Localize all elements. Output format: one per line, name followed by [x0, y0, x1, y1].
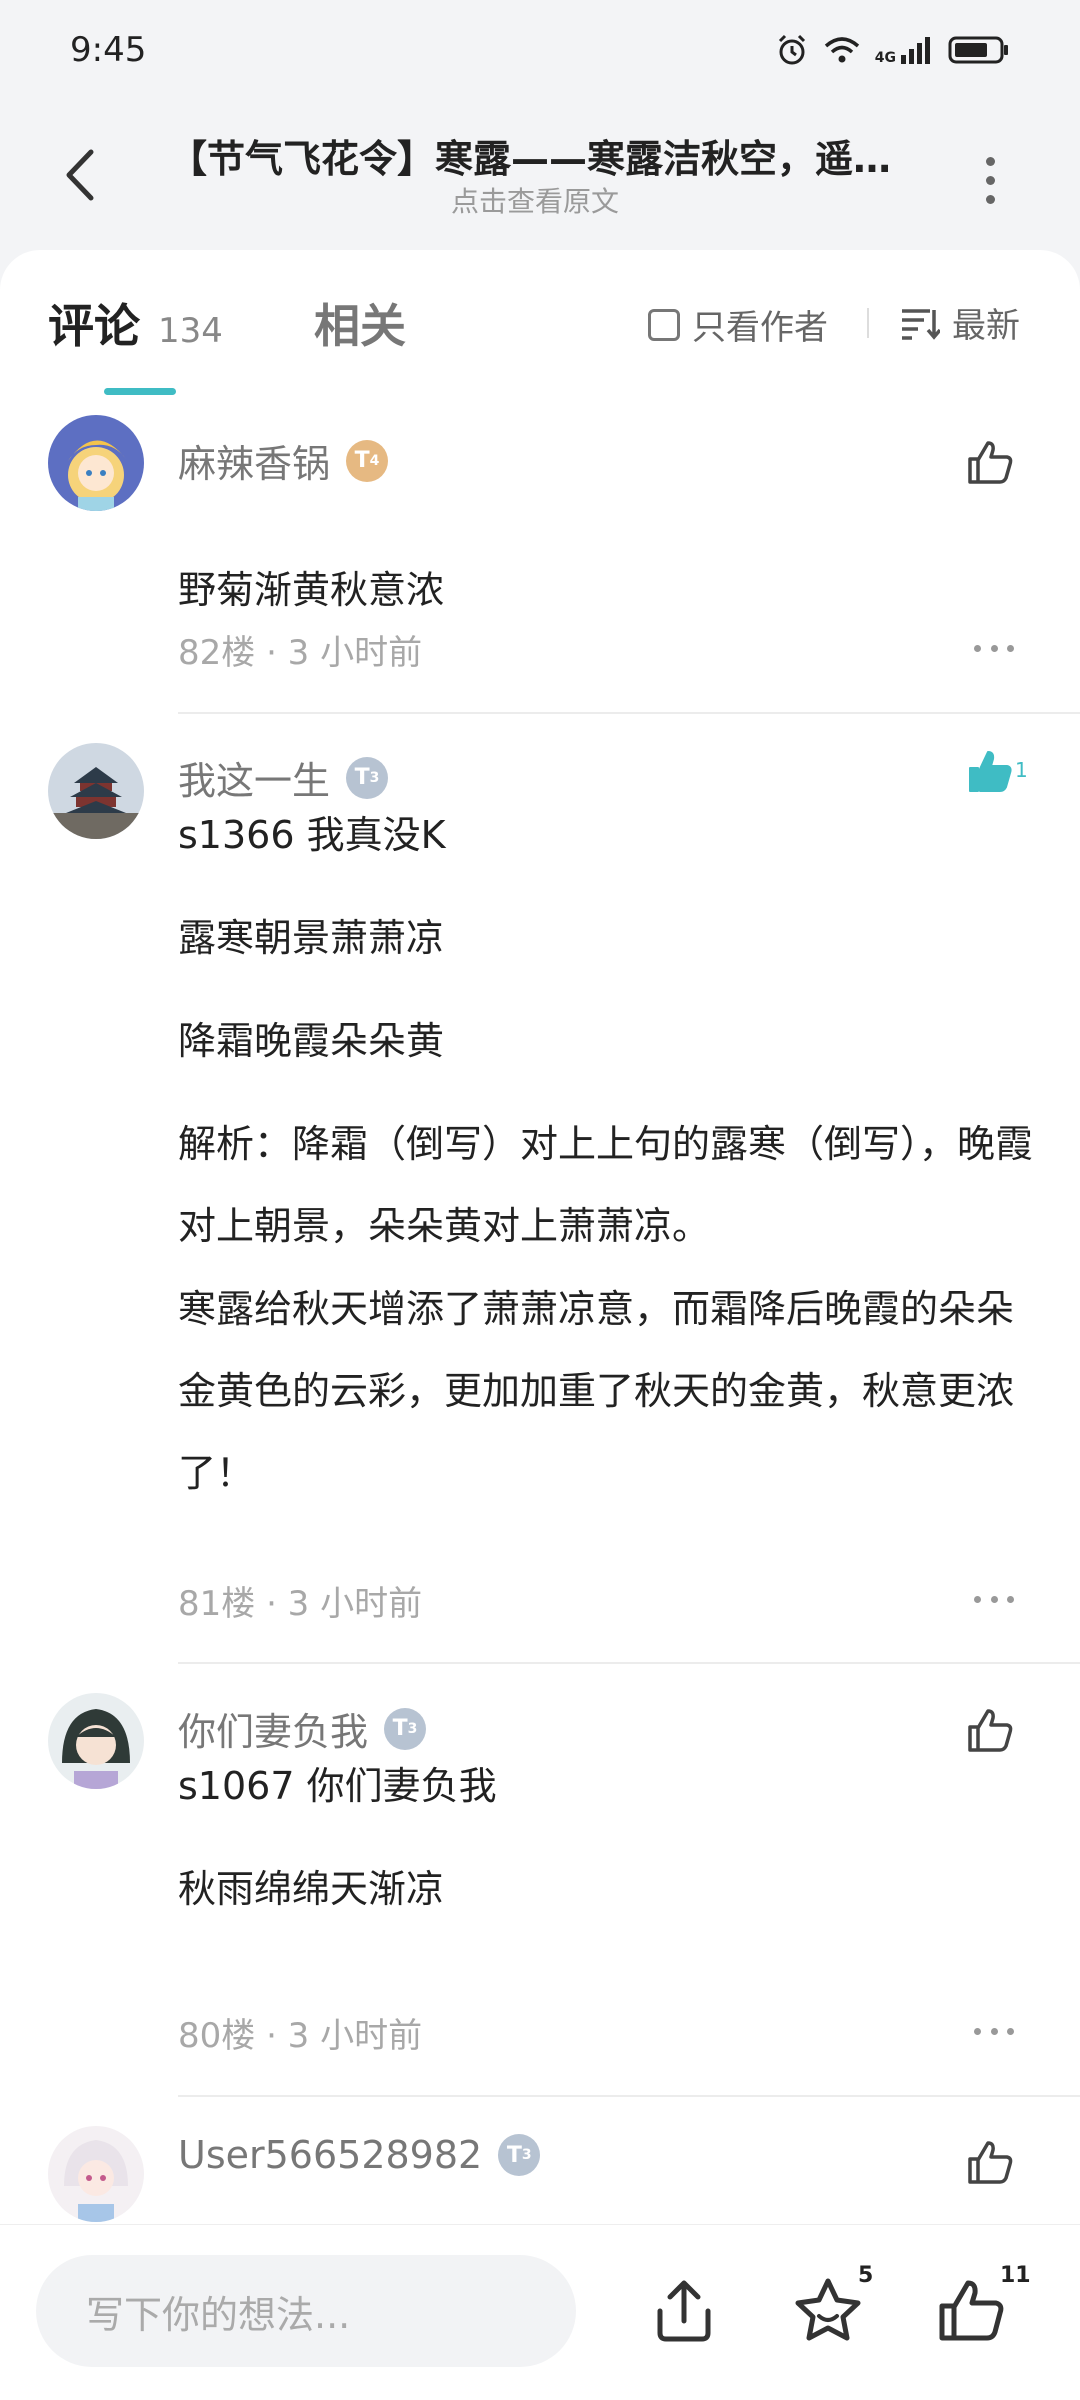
username: 麻辣香锅 [178, 442, 331, 486]
like-button[interactable] [960, 2132, 1020, 2192]
level-badge: T3 [498, 2134, 541, 2176]
thumbs-up-icon [968, 441, 1013, 484]
comment-more-button[interactable] [974, 2021, 1014, 2041]
divider [178, 712, 1080, 714]
likes-count: 11 [1000, 2263, 1031, 2288]
share-button[interactable] [644, 2265, 724, 2355]
comments-panel: 评论 134 相关 只看作者 最新 麻辣香锅 T 4 野菊渐黄秋意浓 82楼 ·… [0, 250, 1080, 2230]
favorites-count: 5 [858, 2263, 874, 2288]
status-icons: 4G [775, 33, 1010, 67]
level-badge: T4 [346, 439, 389, 482]
page-title[interactable]: 【节气飞花令】寒露——寒露洁秋空，遥… [150, 128, 910, 183]
comment-text: s1366 我真没K [178, 813, 446, 857]
like-button[interactable] [960, 432, 1020, 492]
like-count: 1 [1015, 758, 1028, 782]
alarm-icon [778, 34, 805, 65]
comment-meta: 82楼 · 3 小时前 [178, 633, 423, 673]
bottom-action-bar: 写下你的想法... 5 11 [0, 2224, 1080, 2400]
more-vertical-icon [985, 156, 995, 166]
comment-input[interactable]: 写下你的想法... [36, 2255, 576, 2367]
author-only-label: 只看作者 [692, 308, 828, 348]
comment-text: 解析：降霜（倒写）对上上句的露寒（倒写），晚霞对上朝景，朵朵黄对上萧萧凉。 [178, 1122, 1034, 1248]
avatar[interactable] [48, 2126, 144, 2222]
thumbs-up-icon [968, 2141, 1013, 2184]
like-button-active[interactable] [960, 741, 1020, 801]
comment-text: 露寒朝景萧萧凉 [178, 916, 445, 960]
username: User566528982 [178, 2133, 483, 2177]
battery-icon [948, 36, 1008, 64]
signal-icon: 4G [875, 35, 934, 65]
avatar[interactable] [48, 415, 144, 511]
comment-meta: 81楼 · 3 小时前 [178, 1584, 423, 1624]
thumbs-up-icon [969, 751, 1012, 792]
divider [178, 2095, 1080, 2097]
comment-text: 秋雨绵绵天渐凉 [178, 1867, 445, 1911]
divider [178, 1662, 1080, 1664]
status-time: 9:45 [70, 30, 147, 70]
status-bar: 9:45 4G [0, 0, 1080, 100]
tab-indicator [104, 388, 176, 395]
article-header: 【节气飞花令】寒露——寒露洁秋空，遥… 点击查看原文 [0, 100, 1080, 250]
sort-icon [902, 308, 940, 340]
comment-count: 134 [158, 311, 223, 351]
author-only-filter[interactable]: 只看作者 [648, 300, 828, 349]
comment-text: 寒露给秋天增添了萧萧凉意，而霜降后晚霞的朵朵金黄色的云彩，更加加重了秋天的金黄，… [178, 1287, 1015, 1495]
checkbox-icon[interactable] [648, 308, 680, 341]
sort-label: 最新 [952, 306, 1020, 346]
tab-comments-label: 评论 [48, 299, 140, 353]
network-label: 4G [874, 50, 896, 66]
avatar[interactable] [48, 743, 144, 839]
comment-text: s1067 你们妻负我 [178, 1764, 497, 1808]
level-badge: T3 [346, 756, 389, 799]
more-options-button[interactable] [970, 140, 1010, 220]
comment-more-button[interactable] [974, 1589, 1014, 1609]
level-badge: T3 [384, 1707, 427, 1750]
share-icon [657, 2280, 711, 2342]
tab-related[interactable]: 相关 [314, 290, 406, 356]
comment-more-button[interactable] [974, 638, 1014, 658]
wifi-icon [824, 37, 859, 63]
comment-author[interactable]: User566528982 T3 [178, 2133, 541, 2177]
comment-text: 野菊渐黄秋意浓 [178, 568, 445, 612]
favorite-button[interactable] [788, 2265, 868, 2355]
view-original-link[interactable]: 点击查看原文 [0, 180, 1070, 220]
divider [867, 308, 869, 338]
tab-bar: 评论 134 相关 只看作者 最新 [0, 250, 1080, 400]
comment-text: 降霜晚霞朵朵黄 [178, 1019, 445, 1063]
avatar[interactable] [48, 1693, 144, 1789]
thumbs-up-icon [939, 2280, 1004, 2341]
comment-author[interactable]: 麻辣香锅 T4 [178, 433, 389, 488]
sort-button[interactable]: 最新 [900, 298, 1020, 347]
star-icon [795, 2278, 861, 2341]
tab-comments[interactable]: 评论 134 [48, 290, 223, 356]
comment-meta: 80楼 · 3 小时前 [178, 2016, 423, 2056]
